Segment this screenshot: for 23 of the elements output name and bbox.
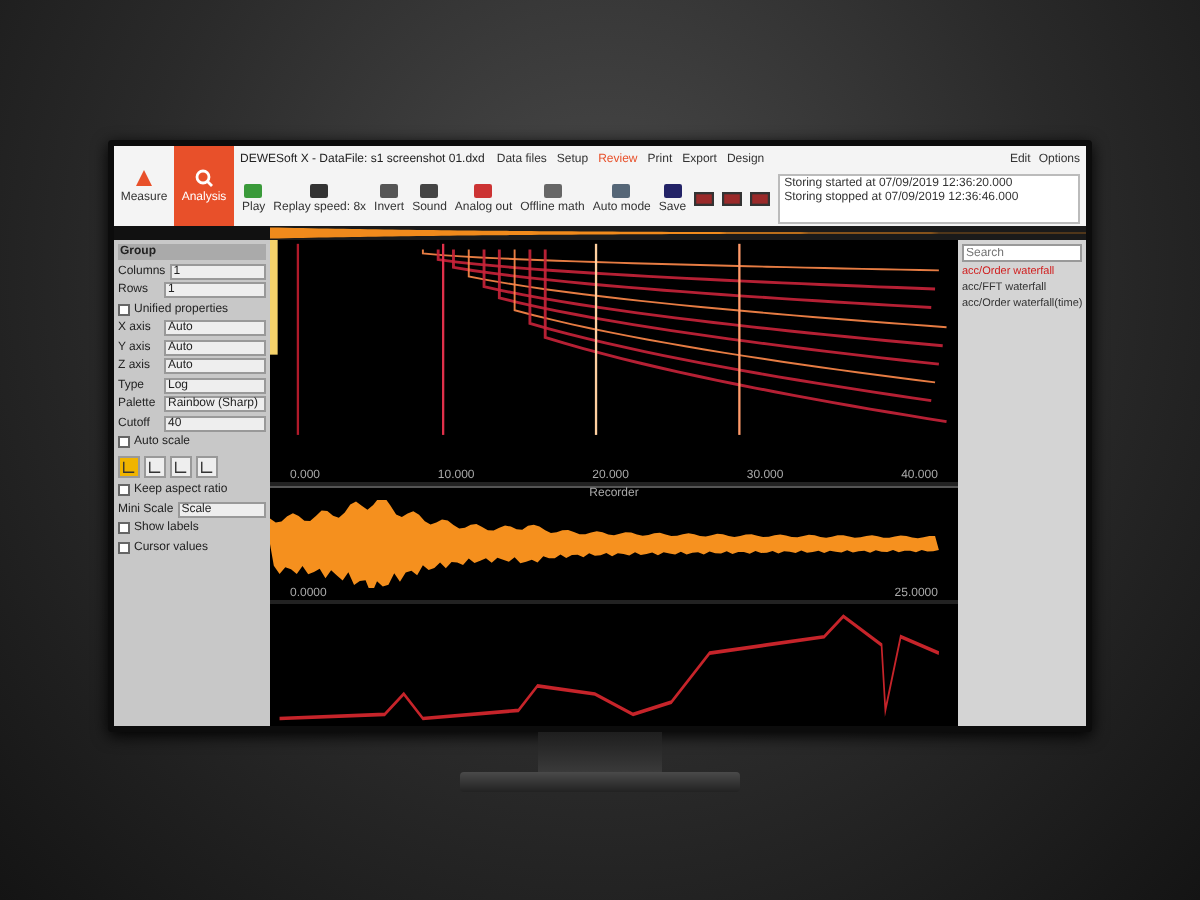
checkbox[interactable] bbox=[118, 436, 130, 448]
checkbox[interactable] bbox=[118, 522, 130, 534]
view-mode-button[interactable] bbox=[196, 455, 218, 477]
tool-icon bbox=[543, 184, 562, 198]
checkbox[interactable] bbox=[118, 303, 130, 315]
tool-icon bbox=[474, 184, 493, 198]
screen-icon bbox=[750, 192, 771, 206]
view-mode-button[interactable] bbox=[144, 455, 166, 477]
tool-icon bbox=[612, 184, 631, 198]
monitor-stand bbox=[538, 732, 662, 772]
screen-icon bbox=[694, 192, 715, 206]
tool-icon bbox=[420, 184, 439, 198]
view-mode-button[interactable] bbox=[118, 455, 140, 477]
checkbox[interactable] bbox=[118, 484, 130, 496]
tool-icon bbox=[663, 184, 682, 198]
screen-icon bbox=[722, 192, 743, 206]
checkbox[interactable] bbox=[118, 541, 130, 553]
search-icon bbox=[194, 168, 214, 188]
tool-icon bbox=[244, 184, 263, 198]
view-mode-button[interactable] bbox=[170, 455, 192, 477]
tool-icon bbox=[310, 184, 329, 198]
tool-icon bbox=[380, 184, 399, 198]
triangle-icon bbox=[134, 168, 154, 188]
